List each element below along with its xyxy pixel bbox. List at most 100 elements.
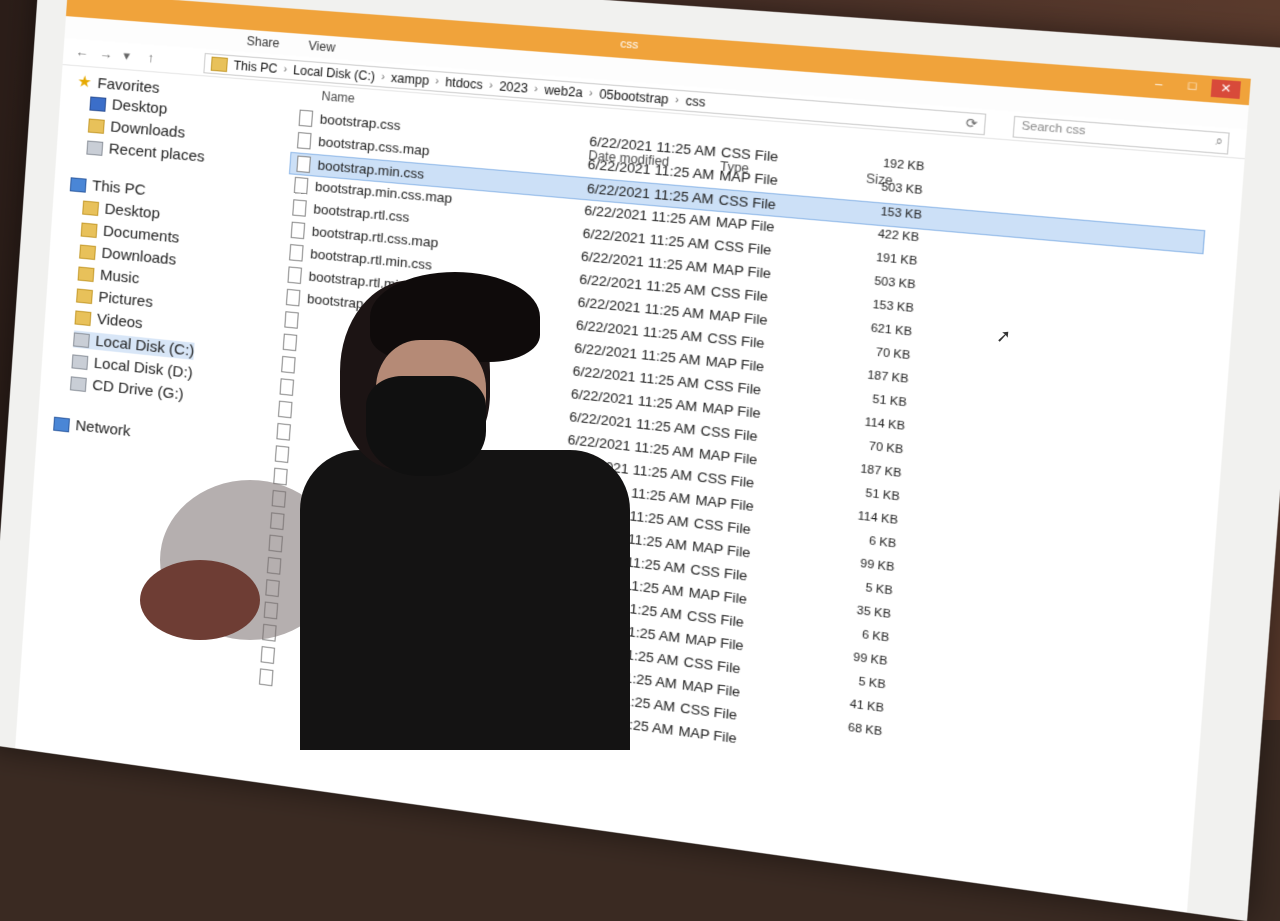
mouse-cursor-icon: ➚	[996, 326, 1012, 346]
sidebar-label: Recent places	[108, 140, 206, 166]
file-icon	[290, 221, 306, 240]
sidebar-item-desktop[interactable]: Desktop	[89, 94, 168, 118]
file-size: 70 KB	[875, 346, 911, 363]
file-size: 99 KB	[852, 651, 888, 669]
file-type: MAP File	[684, 630, 745, 654]
chevron-right-icon: ›	[380, 71, 386, 83]
file-size: 35 KB	[856, 604, 892, 622]
breadcrumb-local-disk-c[interactable]: Local Disk (C:)	[293, 63, 376, 84]
close-button[interactable]: ✕	[1210, 79, 1241, 100]
file-type: MAP File	[708, 306, 769, 329]
cd-drive-icon	[69, 375, 87, 392]
sidebar-this-pc[interactable]: This PC	[69, 175, 146, 199]
search-placeholder: Search css	[1021, 119, 1086, 138]
breadcrumb-css[interactable]: css	[685, 94, 706, 110]
chevron-right-icon: ›	[533, 83, 539, 96]
file-icon	[258, 668, 274, 687]
file-type: MAP File	[715, 213, 776, 235]
file-type: CSS File	[718, 191, 777, 213]
presenter-head	[340, 272, 540, 476]
file-icon	[274, 445, 290, 464]
file-icon	[276, 422, 291, 441]
sidebar-item-pictures[interactable]: Pictures	[76, 286, 153, 311]
sidebar-item-downloads[interactable]: Downloads	[87, 116, 186, 142]
folder-icon	[79, 244, 97, 260]
file-icon	[292, 199, 307, 217]
file-icon	[284, 311, 299, 329]
file-size: 99 KB	[859, 557, 895, 575]
sidebar-item-downloads-pc[interactable]: Downloads	[79, 243, 177, 269]
sidebar-item-documents[interactable]: Documents	[80, 221, 180, 247]
file-type: MAP File	[694, 491, 755, 515]
refresh-icon[interactable]: ⟳	[965, 115, 978, 131]
sidebar-item-recent-places[interactable]: Recent places	[86, 139, 205, 166]
file-type: CSS File	[700, 422, 759, 445]
file-size: 192 KB	[882, 157, 925, 174]
file-size: 422 KB	[877, 227, 920, 245]
file-size: 5 KB	[857, 675, 887, 692]
file-icon	[296, 155, 311, 174]
back-arrow-icon[interactable]: ←	[75, 44, 89, 60]
breadcrumb-xampp[interactable]: xampp	[391, 71, 430, 88]
sidebar-label: Videos	[96, 310, 144, 333]
file-size: 6 KB	[868, 534, 897, 551]
file-name: bootstrap.rtl.css	[312, 201, 410, 226]
hard-drive-icon	[73, 331, 90, 348]
sidebar-favorites[interactable]: ★ Favorites	[77, 71, 161, 98]
tab-view[interactable]: View	[308, 39, 336, 55]
file-size: 621 KB	[870, 322, 913, 339]
maximize-button[interactable]: □	[1177, 77, 1207, 97]
file-size: 187 KB	[866, 369, 909, 386]
breadcrumb-web2a[interactable]: web2a	[544, 83, 583, 101]
sidebar-label: Desktop	[104, 200, 161, 223]
chevron-right-icon: ›	[674, 94, 680, 107]
downloads-icon	[87, 117, 105, 134]
file-name: bootstrap.css	[319, 111, 402, 134]
desktop-icon	[89, 95, 107, 112]
sidebar-item-desktop-pc[interactable]: Desktop	[82, 199, 160, 223]
sidebar-item-videos[interactable]: Videos	[74, 308, 143, 332]
file-size: 153 KB	[872, 298, 915, 316]
file-type: MAP File	[711, 260, 772, 282]
file-size: 191 KB	[875, 251, 918, 269]
forward-arrow-icon[interactable]: →	[99, 46, 113, 62]
file-size: 153 KB	[880, 205, 923, 223]
breadcrumb-this-pc[interactable]: This PC	[233, 58, 278, 76]
music-folder-icon	[77, 265, 95, 282]
star-icon: ★	[76, 73, 93, 92]
breadcrumb-htdocs[interactable]: htdocs	[445, 75, 484, 92]
tab-share[interactable]: Share	[246, 34, 280, 51]
file-icon	[279, 378, 295, 396]
sidebar-network[interactable]: Network	[53, 415, 131, 440]
chevron-right-icon: ›	[488, 79, 494, 92]
projection-screen: css – □ ✕ Share View ← → ▾ ↑ This PC › Lo…	[0, 0, 1280, 921]
file-type: CSS File	[689, 561, 748, 584]
file-type: CSS File	[703, 376, 762, 398]
file-type: CSS File	[696, 468, 755, 491]
breadcrumb-2023[interactable]: 2023	[499, 79, 529, 96]
file-size: 503 KB	[880, 180, 923, 198]
window-title: css	[619, 37, 639, 52]
breadcrumb-05bootstrap[interactable]: 05bootstrap	[599, 87, 669, 107]
file-icon	[296, 132, 312, 150]
sidebar-item-music[interactable]: Music	[77, 264, 140, 287]
file-type: MAP File	[701, 399, 762, 422]
file-type: CSS File	[706, 329, 766, 352]
sidebar-label: Documents	[102, 222, 180, 247]
computer-icon	[69, 176, 87, 193]
up-arrow-icon[interactable]: ↑	[147, 50, 155, 66]
chevron-right-icon: ›	[434, 75, 440, 88]
chevron-down-icon[interactable]: ▾	[123, 48, 131, 65]
minimize-button[interactable]: –	[1144, 74, 1174, 94]
file-type: CSS File	[710, 283, 769, 305]
file-type: MAP File	[718, 167, 779, 189]
folder-icon	[210, 56, 228, 73]
presenter	[300, 272, 640, 750]
search-icon[interactable]: ⌕	[1215, 135, 1223, 150]
column-header-name[interactable]: Name	[321, 89, 355, 106]
file-type: CSS File	[683, 653, 742, 677]
file-size: 5 KB	[864, 581, 894, 598]
file-type: CSS File	[686, 607, 745, 631]
file-size: 51 KB	[871, 393, 908, 410]
file-icon	[298, 109, 314, 128]
